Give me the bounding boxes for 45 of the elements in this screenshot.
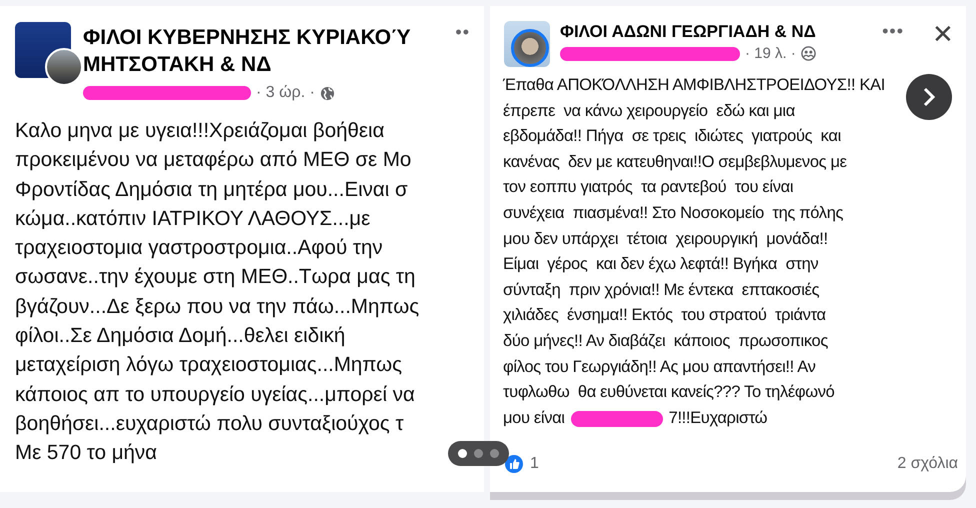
post-text-line: μεταχείριση λόγω τραχειοστομιας...Μηπως (15, 352, 402, 378)
comment-count[interactable]: 2 σχόλια (897, 455, 958, 473)
post-text-line: τραχειοστομια γαστροστρομια..Αφού την (15, 235, 383, 262)
post-text-line: σύνταξη πριν χρόνια!! Με έντεκα επτακοσιές (503, 280, 820, 301)
reaction-count[interactable]: 1 (530, 455, 539, 473)
friends-icon (800, 46, 816, 61)
post-text-line: κανένας δεν με κατευθηναι!!Ο σεμβεβλυμενος με (503, 152, 847, 173)
post-text-line: κάποιος απ το υπουργείο υγείας...μπορεί να (15, 382, 415, 408)
post-text-line: έπρεπε να κάνω χειρουργείο εδώ και μια (503, 100, 795, 122)
avatar-drawing[interactable] (15, 22, 83, 86)
next-button[interactable] (906, 74, 952, 120)
post-text-line: φίλος του Γεωργιάδη!! Ας μου απαντήσει!! Αν (503, 356, 816, 378)
carousel-dot[interactable] (458, 449, 467, 458)
like-icon[interactable] (504, 454, 524, 474)
post-text-line: Με 570 το μήνα (15, 440, 158, 466)
post-text-line: Έπαθα ΑΠΟΚΌΛΛΗΣΗ ΑΜΦΙΒΛΗΣΤΡΟΕΙΔΟΥΣ!! ΚΑΙ (503, 75, 885, 96)
post-text-line: βοηθήσει...ευχαριστώ πολυ συνταξιούχος τ (15, 410, 404, 437)
close-button[interactable]: ✕ (932, 21, 954, 47)
post-text-line: προκειμένου να μεταφέρω από ΜΕΘ σε Μο (15, 147, 412, 174)
post-text-line: μου είναι (503, 408, 565, 429)
more-options-icon[interactable]: ••• (882, 21, 904, 42)
more-options-icon[interactable]: •• (455, 22, 470, 43)
globe-icon (320, 86, 335, 100)
post-text-line: Καλο μηνα με υγεια!!!Χρειάζομαι βοήθεια (15, 118, 384, 144)
post-text-line: 7!!!Ευχαριστώ (668, 408, 768, 429)
page-name[interactable]: ΦΙΛΟΙ ΑΔΩΝΙ ΓΕΩΡΓΙΑΔΗ & ΝΔ (560, 21, 860, 43)
post-time[interactable]: · 3 ώρ. · (256, 84, 315, 102)
carousel-dot[interactable] (474, 449, 483, 458)
chevron-right-icon (921, 86, 937, 108)
page-name[interactable]: ΦΙΛΟΙ ΚΥΒΕΡΝΗΣΗΣ ΚΥΡΙΑΚΟΎ ΜΗΤΣΟΤΑΚΗ & ΝΔ (83, 24, 428, 78)
post-text-line: εβδομάδα!! Πήγα σε τρεις ιδιώτες γιατρούς και (503, 126, 841, 148)
post-text-line: τον εοππυ γιατρός τα ραντεβού του είναι (503, 177, 794, 198)
post-text-line: σωσανε..την έχουμε στη ΜΕΘ..Τωρα μας τη (15, 264, 416, 290)
post-text-line: φίλοι..Σε Δημόσια Δομή...θελει ειδική (15, 323, 346, 350)
post-text-line: κώμα..κατόπιν ΙΑΤΡΙΚΟΥ ΛΑΘΟΥΣ...με (15, 206, 370, 232)
carousel-dot[interactable] (490, 449, 499, 458)
post-text-line: συνέχεια πιασμένα!! Στο Νοσοκομείο της πόλης (503, 202, 844, 224)
post-time[interactable]: · 19 λ. · (745, 45, 796, 62)
post-text-line: Φροντίδας Δημόσια τη μητέρα μου...Ειναι σ (15, 176, 408, 203)
post-text-line: μου δεν υπάρχει τέτοια χειρουργική μονάδα!! (503, 228, 828, 250)
post-text-line: Είμαι γέρος και δεν έχω λεφτά!! Βγήκα στην (503, 254, 818, 276)
post-text-line: τυφλωθω θα ευθύνεται κανείς??? Το τηλέφωνό (503, 382, 835, 404)
post-text-line: βγάζουν...Δε ξερω που να την πάω...Μηπως (15, 294, 420, 320)
post-text-line: χιλιάδες ένσημα!! Εκτός του στρατού τριάντα (503, 305, 826, 326)
post-text-line: δύο μήνες!! Αν διαβάζει κάποιος πρωσοπικος (503, 330, 828, 352)
